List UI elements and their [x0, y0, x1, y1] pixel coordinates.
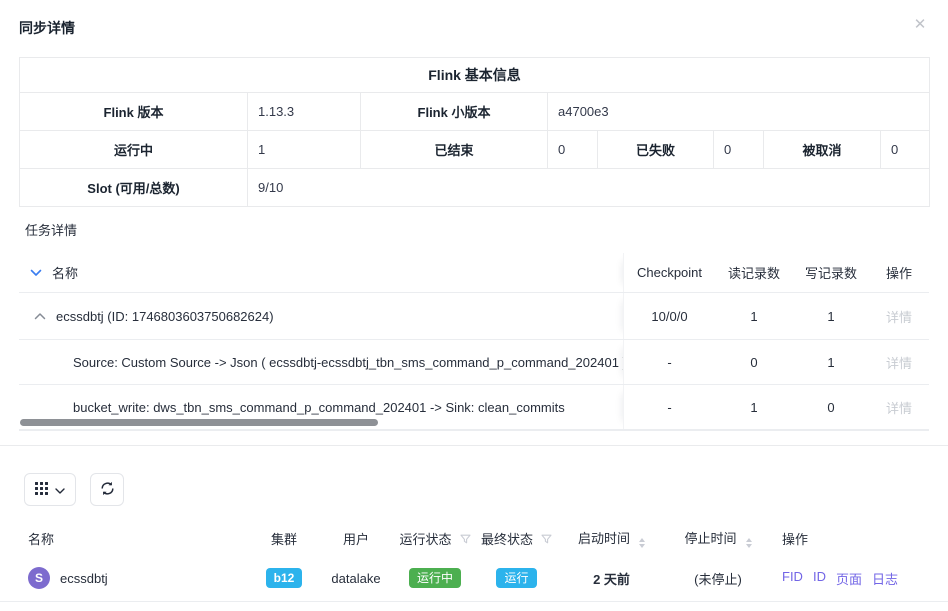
refresh-icon [100, 481, 115, 499]
slot-label: Slot (可用/总数) [20, 169, 248, 207]
table-row: Source: Custom Source -> Json ( ecssdbtj… [19, 340, 929, 385]
finished-value: 0 [548, 131, 598, 169]
avatar: S [28, 567, 50, 589]
sort-icon[interactable] [639, 538, 645, 548]
cluster-badge: b12 [266, 568, 303, 588]
id-link[interactable]: ID [813, 569, 826, 588]
filter-icon[interactable] [460, 533, 471, 548]
jobs-column-start-time: 启动时间 [555, 520, 668, 556]
task-table-header: 名称 Checkpoint 读记录数 写记录数 操作 [19, 253, 929, 293]
flink-minor-version-value: a4700e3 [548, 93, 930, 131]
checkpoint-value: - [624, 340, 715, 384]
page-link[interactable]: 页面 [836, 569, 862, 588]
detail-link[interactable]: 详情 [886, 398, 912, 417]
write-count-value: 1 [793, 340, 869, 384]
task-details-title: 任务详情 [25, 221, 948, 241]
log-link[interactable]: 日志 [872, 569, 898, 588]
close-icon[interactable]: ✕ [910, 15, 930, 35]
task-row-fixed-cells: 10/0/0 1 1 详情 [623, 293, 929, 339]
jobs-table: 名称 集群 用户 运行状态 最终状态 启动时间 停止时间 操作 S ecssdb… [0, 520, 948, 602]
filter-icon[interactable] [541, 533, 552, 548]
chevron-down-icon [55, 482, 65, 497]
column-settings-button[interactable] [24, 473, 76, 506]
start-time-value: 2 天前 [555, 556, 668, 601]
read-count-value: 0 [715, 340, 793, 384]
flink-version-value: 1.13.3 [248, 93, 361, 131]
flink-info-table: Flink 基本信息 Flink 版本 1.13.3 Flink 小版本 a47… [19, 57, 930, 207]
task-name-header: 名称 [19, 253, 623, 292]
stop-time-value: (未停止) [668, 556, 768, 601]
read-count-value: 1 [715, 293, 793, 339]
page-title: 同步详情 [19, 20, 75, 36]
flink-minor-version-label: Flink 小版本 [361, 93, 548, 131]
cancelled-value: 0 [881, 131, 930, 169]
slot-value: 9/10 [248, 169, 930, 207]
sort-icon[interactable] [746, 538, 752, 548]
jobs-table-header: 名称 集群 用户 运行状态 最终状态 启动时间 停止时间 操作 [0, 520, 948, 556]
read-count-value: 1 [715, 385, 793, 429]
task-column-write: 写记录数 [793, 253, 869, 292]
table-row: S ecssdbtj b12 datalake 运行中 运行 2 天前 (未停止… [0, 556, 948, 601]
running-value: 1 [248, 131, 361, 169]
jobs-column-cluster: 集群 [248, 520, 320, 556]
chevron-up-icon[interactable] [34, 312, 46, 320]
user-value: datalake [320, 556, 392, 601]
running-label: 运行中 [20, 131, 248, 169]
write-count-value: 0 [793, 385, 869, 429]
task-column-action: 操作 [869, 253, 929, 292]
finished-label: 已结束 [361, 131, 548, 169]
section-divider [0, 445, 948, 446]
table-row: ecssdbtj (ID: 1746803603750682624) 10/0/… [19, 293, 929, 340]
task-row-fixed-cells: - 0 1 详情 [623, 340, 929, 384]
task-column-checkpoint: Checkpoint [624, 253, 715, 292]
chevron-down-icon[interactable] [30, 269, 42, 277]
write-count-value: 1 [793, 293, 869, 339]
jobs-column-stop-time: 停止时间 [668, 520, 768, 556]
detail-link[interactable]: 详情 [886, 307, 912, 326]
failed-value: 0 [714, 131, 764, 169]
failed-label: 已失败 [598, 131, 714, 169]
modal-header: 同步详情 ✕ [0, 0, 948, 38]
jobs-column-user: 用户 [320, 520, 392, 556]
task-row-name: ecssdbtj (ID: 1746803603750682624) [19, 293, 623, 339]
horizontal-scrollbar[interactable] [20, 419, 378, 426]
task-column-name: 名称 [52, 263, 78, 282]
refresh-button[interactable] [90, 473, 124, 506]
jobs-toolbar [24, 473, 948, 506]
fid-link[interactable]: FID [782, 569, 803, 588]
task-fixed-header: Checkpoint 读记录数 写记录数 操作 [623, 253, 929, 292]
grid-icon [35, 482, 48, 498]
task-table: 名称 Checkpoint 读记录数 写记录数 操作 ecssdbtj (ID:… [19, 253, 929, 431]
flink-version-label: Flink 版本 [20, 93, 248, 131]
jobs-column-name: 名称 [0, 520, 248, 556]
checkpoint-value: - [624, 385, 715, 429]
jobs-column-run-status: 运行状态 [392, 520, 478, 556]
task-subtask-name: Source: Custom Source -> Json ( ecssdbtj… [19, 340, 623, 384]
cancelled-label: 被取消 [764, 131, 881, 169]
detail-link[interactable]: 详情 [886, 353, 912, 372]
flink-info-caption: Flink 基本信息 [20, 58, 930, 93]
final-status-badge: 运行 [496, 568, 536, 588]
task-row-fixed-cells: - 1 0 详情 [623, 385, 929, 429]
run-status-badge: 运行中 [409, 568, 461, 588]
task-column-read: 读记录数 [715, 253, 793, 292]
jobs-column-action: 操作 [768, 520, 948, 556]
job-name: ecssdbtj [60, 571, 108, 586]
jobs-column-final-status: 最终状态 [478, 520, 555, 556]
checkpoint-value: 10/0/0 [624, 293, 715, 339]
task-job-name: ecssdbtj (ID: 1746803603750682624) [56, 309, 274, 324]
